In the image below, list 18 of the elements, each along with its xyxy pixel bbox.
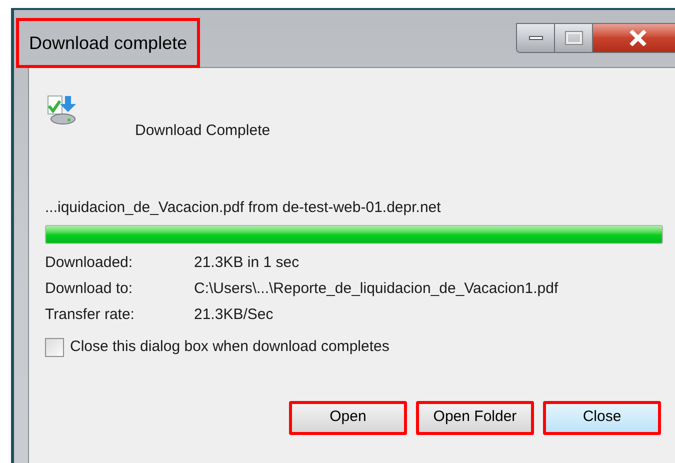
dialog-button[interactable]: Open (289, 400, 407, 434)
window-title: Download complete (16, 18, 200, 68)
detail-value: 21.3KB in 1 sec (194, 252, 300, 273)
checkbox-label: Close this dialog box when download completes (70, 337, 390, 357)
maximize-button[interactable] (555, 24, 593, 52)
detail-label: Download to: (45, 278, 134, 299)
checkbox[interactable] (45, 338, 64, 357)
dialog-button[interactable]: Close (543, 400, 661, 434)
detail-label: Downloaded: (45, 252, 134, 273)
heading: Download Complete (135, 121, 270, 141)
close-icon (629, 30, 647, 46)
dialog-button[interactable]: Open Folder (416, 400, 534, 434)
detail-label: Transfer rate: (45, 304, 136, 325)
source-text: ...iquidacion_de_Vacacion.pdf from de-test-web-01.depr.net (45, 198, 442, 218)
detail-value: 21.3KB/Sec (194, 304, 274, 325)
close-window-button[interactable] (593, 24, 675, 52)
detail-value: C:\Users\...\Reporte_de_liquidacion_de_Vacacion1.pdf (194, 278, 558, 299)
minimize-button[interactable] (517, 24, 555, 52)
